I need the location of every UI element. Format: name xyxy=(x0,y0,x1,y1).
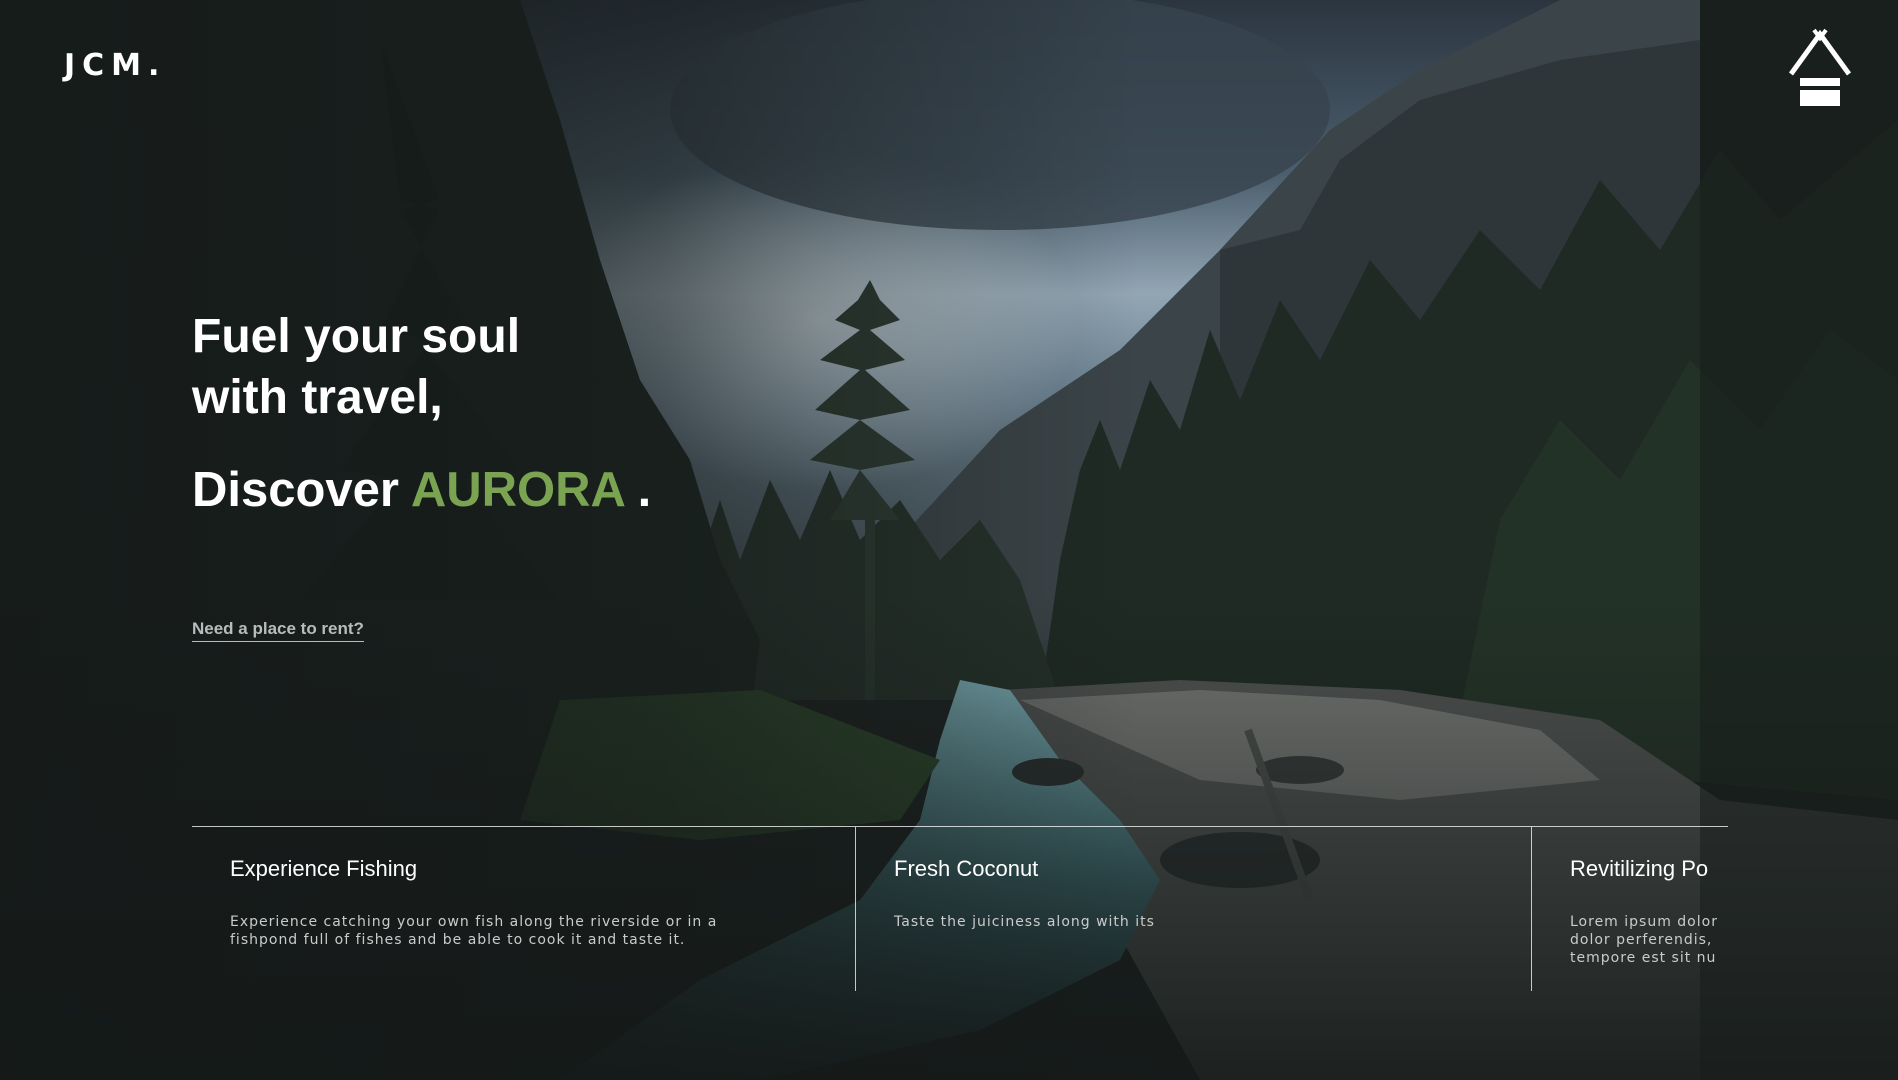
feature-title: Experience Fishing xyxy=(230,856,418,881)
hero-headline: Fuel your soul with travel, Discover AUR… xyxy=(192,306,651,520)
feature-description: Lorem ipsum dolor dolor perferendis, tem… xyxy=(1570,914,1718,966)
feature-card-coconut[interactable]: Fresh Coconut Taste the juiciness along … xyxy=(855,827,1530,991)
hero-line-2: with travel, xyxy=(192,371,443,424)
rent-link[interactable]: Need a place to rent? xyxy=(192,619,364,642)
cabin-icon[interactable] xyxy=(1785,24,1855,108)
feature-card-revitilizing[interactable]: Revitilizing Po Lorem ipsum dolor dolor … xyxy=(1531,827,1728,991)
discover-highlight: AURORA xyxy=(410,463,625,517)
hero-discover-line: Discover AURORA . xyxy=(192,460,651,520)
discover-suffix: . xyxy=(624,463,652,517)
feature-title: Revitilizing Po xyxy=(1570,856,1709,881)
feature-title: Fresh Coconut xyxy=(894,856,1039,881)
feature-card-fishing[interactable]: Experience Fishing Experience catching y… xyxy=(192,827,867,991)
features-strip: Experience Fishing Experience catching y… xyxy=(192,826,1728,991)
hero-line-1: Fuel your soul xyxy=(192,310,521,363)
feature-description: Taste the juiciness along with its xyxy=(894,914,1155,930)
discover-prefix: Discover xyxy=(192,463,411,517)
feature-description: Experience catching your own fish along … xyxy=(230,914,718,948)
brand-logo[interactable]: JCM. xyxy=(64,48,166,83)
